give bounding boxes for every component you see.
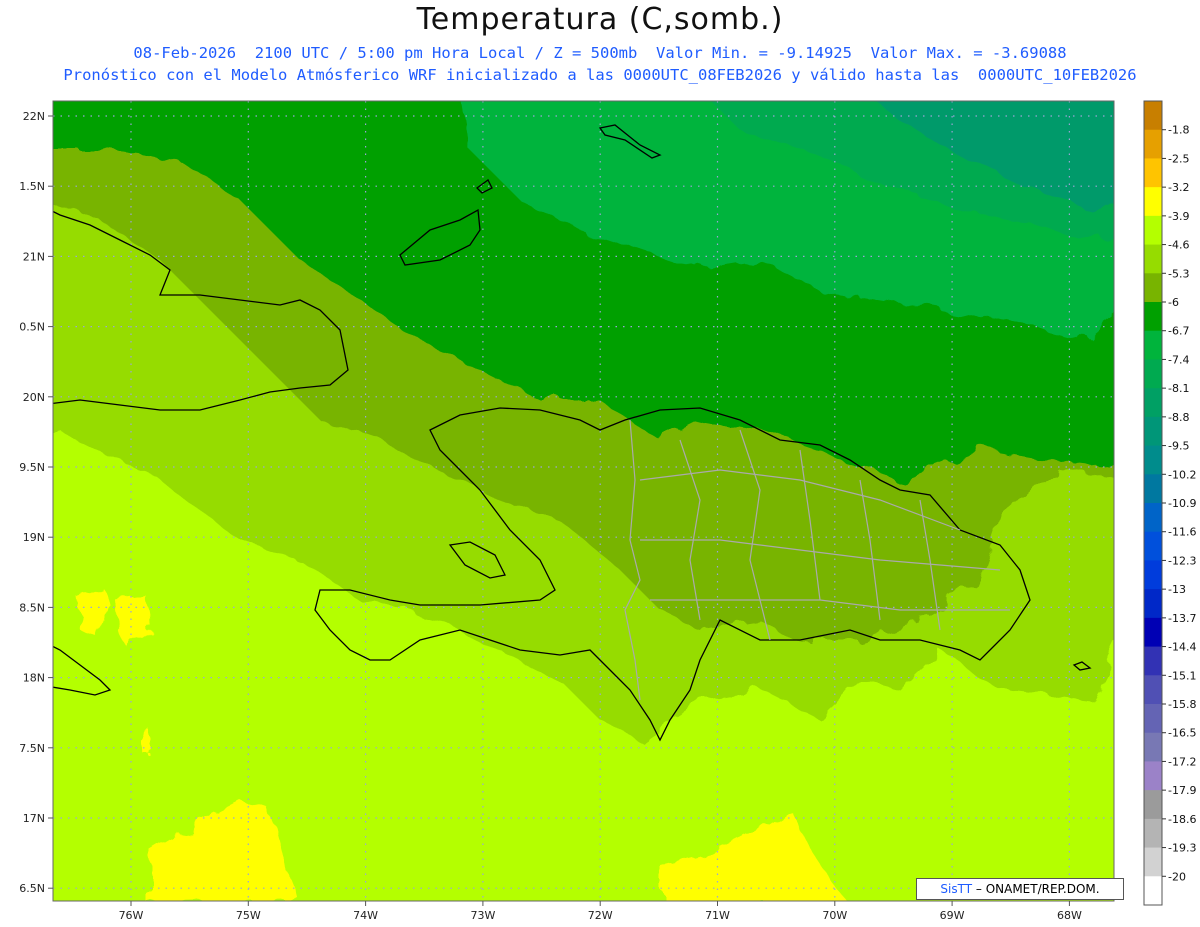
- lon-label: 75W: [236, 909, 261, 922]
- colorbar-label: -3.9: [1168, 210, 1189, 223]
- colorbar-swatch: [1144, 646, 1162, 676]
- lon-label: 69W: [940, 909, 965, 922]
- colorbar-swatch: [1144, 302, 1162, 332]
- colorbar-label: -13.7: [1168, 612, 1196, 625]
- lat-label: 22N: [23, 110, 45, 123]
- lon-label: 71W: [705, 909, 730, 922]
- colorbar-swatch: [1144, 876, 1162, 906]
- colorbar-label: -1.8: [1168, 124, 1189, 137]
- colorbar: -1.8 -2.5 -3.2 -3.9 -4.6 -5.3 -6 -6.7 -7.4 -8.1 -8…: [1143, 100, 1196, 906]
- colorbar-label: -18.6: [1168, 813, 1196, 826]
- lat-label: 20N: [23, 391, 45, 404]
- colorbar-label: -20: [1168, 870, 1186, 883]
- colorbar-swatch: [1144, 158, 1162, 188]
- colorbar-label: -13: [1168, 583, 1186, 596]
- colorbar-swatch: [1144, 474, 1162, 504]
- colorbar-swatch: [1144, 359, 1162, 389]
- colorbar-label: -3.2: [1168, 181, 1189, 194]
- lon-label: 74W: [353, 909, 378, 922]
- lon-label: 68W: [1057, 909, 1082, 922]
- temperature-map: 22N 1.5N 21N 0.5N 20N 9.5N 19N 8.5N 18N 7.5N 17N 6.…: [19, 100, 1196, 922]
- lat-label: 17N: [23, 812, 45, 825]
- colorbar-label: -6: [1168, 296, 1179, 309]
- colorbar-label: -9.5: [1168, 440, 1189, 453]
- colorbar-label: -17.2: [1168, 755, 1196, 768]
- colorbar-swatch: [1144, 617, 1162, 648]
- colorbar-swatch: [1144, 244, 1162, 274]
- colorbar-label: -5.3: [1168, 267, 1189, 280]
- colorbar-swatch: [1144, 589, 1162, 619]
- colorbar-label: -12.3: [1168, 554, 1196, 567]
- colorbar-swatch: [1144, 416, 1162, 447]
- lat-label: 18N: [23, 672, 45, 685]
- colorbar-swatch: [1144, 847, 1162, 877]
- colorbar-swatch: [1144, 790, 1162, 820]
- lat-label: 19N: [23, 531, 45, 544]
- temperature-field: [53, 101, 1114, 901]
- colorbar-swatch: [1144, 531, 1162, 561]
- lat-label: 9.5N: [19, 461, 45, 474]
- lon-label: 72W: [588, 909, 613, 922]
- colorbar-label: -10.2: [1168, 468, 1196, 481]
- lon-label: 70W: [822, 909, 847, 922]
- colorbar-swatch: [1144, 215, 1162, 246]
- latitude-labels: 22N 1.5N 21N 0.5N 20N 9.5N 19N 8.5N 18N 7.5N 17N 6.…: [19, 110, 53, 895]
- lat-label: 21N: [23, 250, 45, 263]
- colorbar-swatch: [1144, 704, 1162, 734]
- credit-text: – ONAMET/REP.DOM.: [972, 882, 1100, 896]
- colorbar-swatch: [1144, 187, 1162, 217]
- lat-label: 6.5N: [19, 882, 45, 895]
- colorbar-swatch: [1144, 330, 1162, 360]
- lon-label: 76W: [119, 909, 144, 922]
- colorbar-label: -16.5: [1168, 727, 1196, 740]
- colorbar-label: -10.9: [1168, 497, 1196, 510]
- colorbar-label: -8.8: [1168, 411, 1189, 424]
- colorbar-swatch: [1144, 445, 1162, 475]
- colorbar-swatch: [1144, 818, 1162, 849]
- colorbar-label: -14.4: [1168, 641, 1196, 654]
- colorbar-label: -11.6: [1168, 526, 1196, 539]
- credit-box: SisTT – ONAMET/REP.DOM.: [916, 878, 1124, 900]
- colorbar-swatch: [1144, 732, 1162, 762]
- lat-label: 7.5N: [19, 742, 45, 755]
- longitude-labels: 76W 75W 74W 73W 72W 71W 70W 69W 68W: [119, 901, 1082, 922]
- lon-label: 73W: [470, 909, 495, 922]
- colorbar-label: -15.8: [1168, 698, 1196, 711]
- colorbar-swatch: [1144, 129, 1162, 159]
- colorbar-label: -19.3: [1168, 842, 1196, 855]
- colorbar-label: -17.9: [1168, 784, 1196, 797]
- colorbar-swatch: [1144, 675, 1162, 705]
- colorbar-label: -8.1: [1168, 382, 1189, 395]
- colorbar-label: -6.7: [1168, 325, 1189, 338]
- colorbar-swatch: [1144, 101, 1162, 131]
- colorbar-swatch: [1144, 503, 1162, 533]
- colorbar-swatch: [1144, 388, 1162, 418]
- lat-label: 0.5N: [19, 321, 45, 334]
- colorbar-swatch: [1144, 761, 1162, 791]
- colorbar-label: -15.1: [1168, 669, 1196, 682]
- credit-brand: SisTT: [940, 882, 973, 896]
- colorbar-swatch: [1144, 560, 1162, 590]
- colorbar-label: -7.4: [1168, 353, 1189, 366]
- colorbar-swatch: [1144, 273, 1162, 303]
- colorbar-label: -4.6: [1168, 239, 1189, 252]
- colorbar-label: -2.5: [1168, 152, 1189, 165]
- lat-label: 1.5N: [19, 180, 45, 193]
- lat-label: 8.5N: [19, 601, 45, 614]
